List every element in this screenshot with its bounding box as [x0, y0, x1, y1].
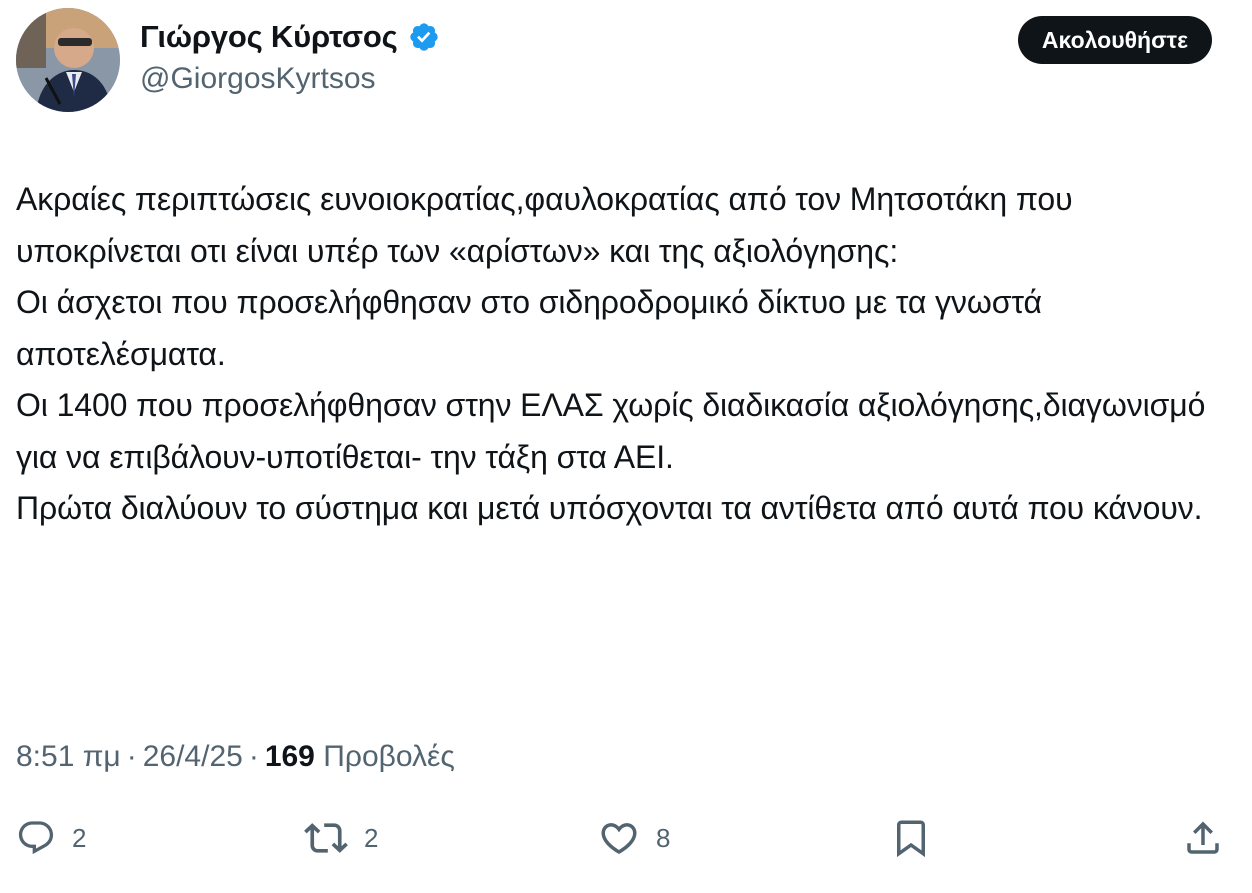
share-button[interactable] — [1182, 810, 1224, 866]
tweet-paragraph: Ακραίες περιπτώσεις ευνοιοκρατίας,φαυλοκ… — [16, 181, 1073, 269]
display-name[interactable]: Γιώργος Κύρτσος — [140, 19, 398, 55]
views-count: 169 — [264, 740, 315, 773]
heart-icon — [601, 823, 637, 855]
tweet-header: Γιώργος Κύρτσος @GiorgosKyrtsos Ακολουθή… — [0, 0, 1252, 130]
author-info: Γιώργος Κύρτσος @GiorgosKyrtsos — [140, 14, 440, 96]
bookmark-button[interactable] — [890, 810, 932, 866]
views-label: Προβολές — [323, 740, 455, 773]
reply-button[interactable]: 2 — [16, 810, 86, 866]
display-name-row: Γιώργος Κύρτσος — [140, 14, 440, 60]
meta-separator: · — [248, 740, 259, 773]
share-icon — [1187, 821, 1219, 854]
retweet-count: 2 — [364, 822, 379, 853]
like-count: 8 — [656, 822, 671, 853]
tweet-date[interactable]: 26/4/25 — [143, 740, 243, 773]
like-button[interactable]: 8 — [598, 810, 670, 866]
avatar[interactable] — [16, 8, 120, 112]
handle[interactable]: @GiorgosKyrtsos — [140, 62, 440, 96]
bookmark-icon — [897, 820, 925, 858]
retweet-button[interactable]: 2 — [304, 810, 378, 866]
avatar-photo — [16, 8, 120, 112]
tweet-paragraph: Οι 1400 που προσελήφθησαν στην ΕΛΑΣ χωρί… — [16, 387, 1206, 475]
verified-badge-icon[interactable] — [408, 21, 440, 53]
action-bar: 2 2 8 — [0, 810, 1252, 866]
tweet-text: Ακραίες περιπτώσεις ευνοιοκρατίας,φαυλοκ… — [16, 174, 1241, 535]
tweet-paragraph: Πρώτα διαλύουν το σύστημα και μετά υπόσχ… — [16, 490, 1203, 526]
reply-count: 2 — [72, 822, 87, 853]
reply-icon — [18, 821, 54, 855]
retweet-icon — [304, 823, 348, 853]
tweet-paragraph: Οι άσχετοι που προσελήφθησαν στο σιδηροδ… — [16, 284, 1042, 372]
tweet-time[interactable]: 8:51 πμ — [16, 740, 121, 773]
tweet-meta: 8:51 πμ · 26/4/25 · 169 Προβολές — [16, 740, 455, 774]
meta-separator: · — [126, 740, 137, 773]
follow-button[interactable]: Ακολουθήστε — [1017, 16, 1212, 64]
